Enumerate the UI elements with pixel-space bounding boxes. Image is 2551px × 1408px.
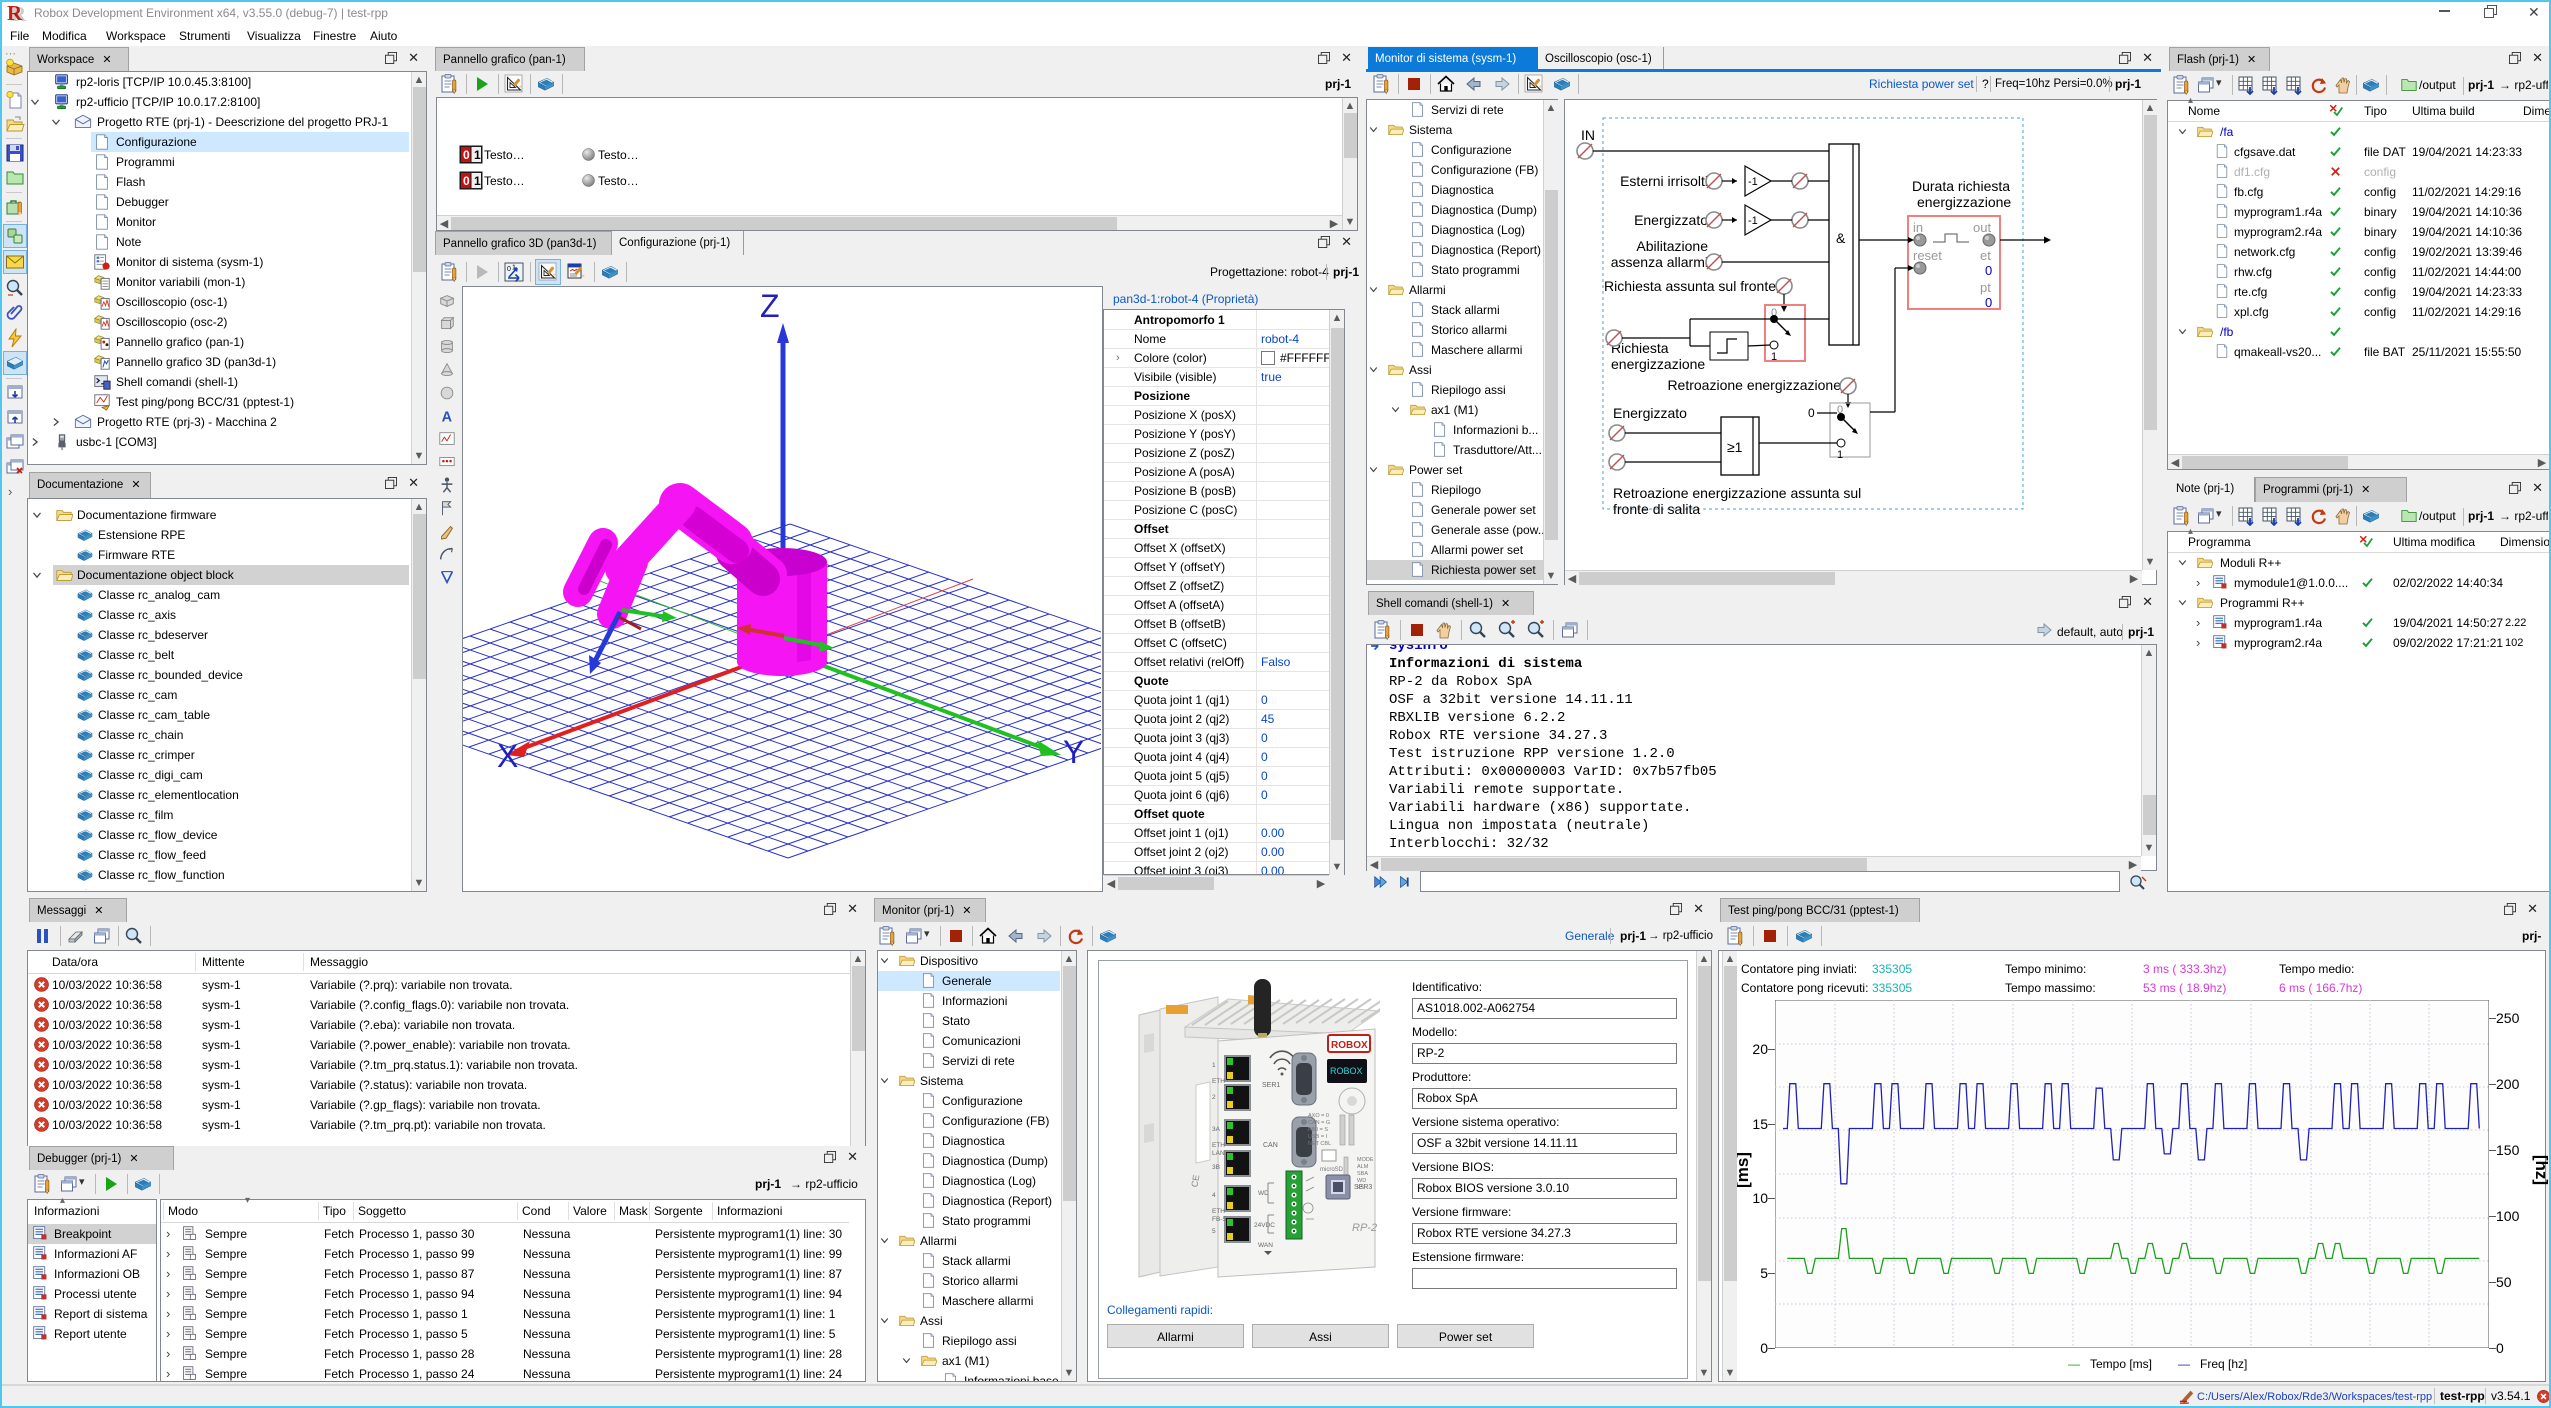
svg-text:Richiesta assunta sul fronte: Richiesta assunta sul fronte bbox=[1604, 278, 1776, 294]
svg-text:Y: Y bbox=[1063, 734, 1084, 770]
svg-text:Durata richiesta: Durata richiesta bbox=[1912, 178, 2010, 194]
svg-text:energizzazione: energizzazione bbox=[1917, 194, 2011, 210]
svg-text:&: & bbox=[1836, 230, 1846, 246]
svg-text:Retroazione energizzazione: Retroazione energizzazione bbox=[1667, 377, 1841, 393]
svg-text:WD: WD bbox=[1258, 1190, 1269, 1197]
svg-text:2: 2 bbox=[1212, 1094, 1216, 1101]
svg-text:Z: Z bbox=[760, 288, 780, 324]
svg-text:ETH: ETH bbox=[1212, 1078, 1225, 1085]
svg-text:1: 1 bbox=[474, 148, 481, 162]
svg-text:A: A bbox=[442, 409, 453, 425]
svg-text:-1: -1 bbox=[1748, 176, 1758, 188]
svg-text:WAN: WAN bbox=[1258, 1242, 1273, 1249]
svg-text:NET CBL: NET CBL bbox=[1308, 1141, 1331, 1147]
svg-text:24VDC: 24VDC bbox=[1254, 1222, 1275, 1229]
svg-text:in: in bbox=[1913, 220, 1923, 235]
svg-text:1: 1 bbox=[1212, 1062, 1216, 1069]
svg-text:4: 4 bbox=[1212, 1192, 1216, 1199]
svg-text:pt: pt bbox=[1980, 280, 1991, 295]
svg-text:AXO = 0: AXO = 0 bbox=[1308, 1113, 1329, 1119]
svg-text:X: X bbox=[497, 738, 518, 774]
svg-text:CE: CE bbox=[1189, 1174, 1201, 1188]
svg-text:1: 1 bbox=[1771, 351, 1777, 363]
svg-text:0: 0 bbox=[1808, 406, 1815, 420]
svg-text:Energizzato: Energizzato bbox=[1613, 405, 1687, 421]
svg-text:reset: reset bbox=[1913, 248, 1942, 263]
svg-text:0: 0 bbox=[1985, 263, 1992, 278]
svg-text:R: R bbox=[11, 3, 27, 23]
svg-text:et: et bbox=[1980, 248, 1991, 263]
svg-text:fronte di salita: fronte di salita bbox=[1613, 501, 1700, 517]
svg-text:ETH: ETH bbox=[1212, 1208, 1225, 1215]
svg-text:CAN: CAN bbox=[1263, 1142, 1278, 1149]
svg-text:IN: IN bbox=[1581, 127, 1595, 143]
svg-text:energizzazione: energizzazione bbox=[1611, 356, 1705, 372]
svg-text:-1: -1 bbox=[1748, 215, 1758, 227]
svg-text:0: 0 bbox=[1985, 295, 1992, 310]
svg-text:0: 0 bbox=[463, 148, 470, 162]
svg-text:CAN = G: CAN = G bbox=[1308, 1120, 1330, 1126]
svg-text:out: out bbox=[1973, 220, 1991, 235]
svg-text:ROBOX: ROBOX bbox=[1330, 1066, 1363, 1076]
svg-text:FB-5: FB-5 bbox=[1212, 1216, 1226, 1223]
svg-text:Retroazione energizzazione ass: Retroazione energizzazione assunta sul bbox=[1613, 485, 1861, 501]
svg-text:SER3: SER3 bbox=[1354, 1184, 1372, 1191]
svg-text:3A: 3A bbox=[1212, 1126, 1221, 1133]
svg-text:microSD: microSD bbox=[1320, 1167, 1344, 1173]
svg-text:ALM: ALM bbox=[1357, 1164, 1369, 1170]
svg-text:SBA: SBA bbox=[1357, 1171, 1368, 1177]
svg-text:≥1: ≥1 bbox=[1727, 439, 1743, 455]
svg-text:ETH: ETH bbox=[1212, 1142, 1225, 1149]
svg-text:MODE: MODE bbox=[1357, 1157, 1374, 1163]
svg-text:1: 1 bbox=[1837, 449, 1843, 461]
svg-text:1: 1 bbox=[474, 174, 481, 188]
svg-text:RP-2: RP-2 bbox=[1352, 1222, 1377, 1234]
svg-text:0: 0 bbox=[463, 174, 470, 188]
svg-text:Esterni irrisolti: Esterni irrisolti bbox=[1620, 173, 1708, 189]
svg-text:USB = I: USB = I bbox=[1308, 1134, 1328, 1140]
svg-text:3B: 3B bbox=[1212, 1164, 1220, 1171]
svg-text:assenza allarmi: assenza allarmi bbox=[1611, 254, 1708, 270]
svg-text:5: 5 bbox=[1212, 1228, 1216, 1235]
svg-text:SER1: SER1 bbox=[1262, 1082, 1280, 1089]
svg-text:Abilitazione: Abilitazione bbox=[1636, 238, 1708, 254]
svg-text:FB0 = S: FB0 = S bbox=[1308, 1127, 1328, 1133]
svg-text:Energizzato: Energizzato bbox=[1634, 212, 1708, 228]
svg-text:LAN: LAN bbox=[1212, 1150, 1225, 1157]
svg-text:ROBOX: ROBOX bbox=[1331, 1040, 1368, 1051]
